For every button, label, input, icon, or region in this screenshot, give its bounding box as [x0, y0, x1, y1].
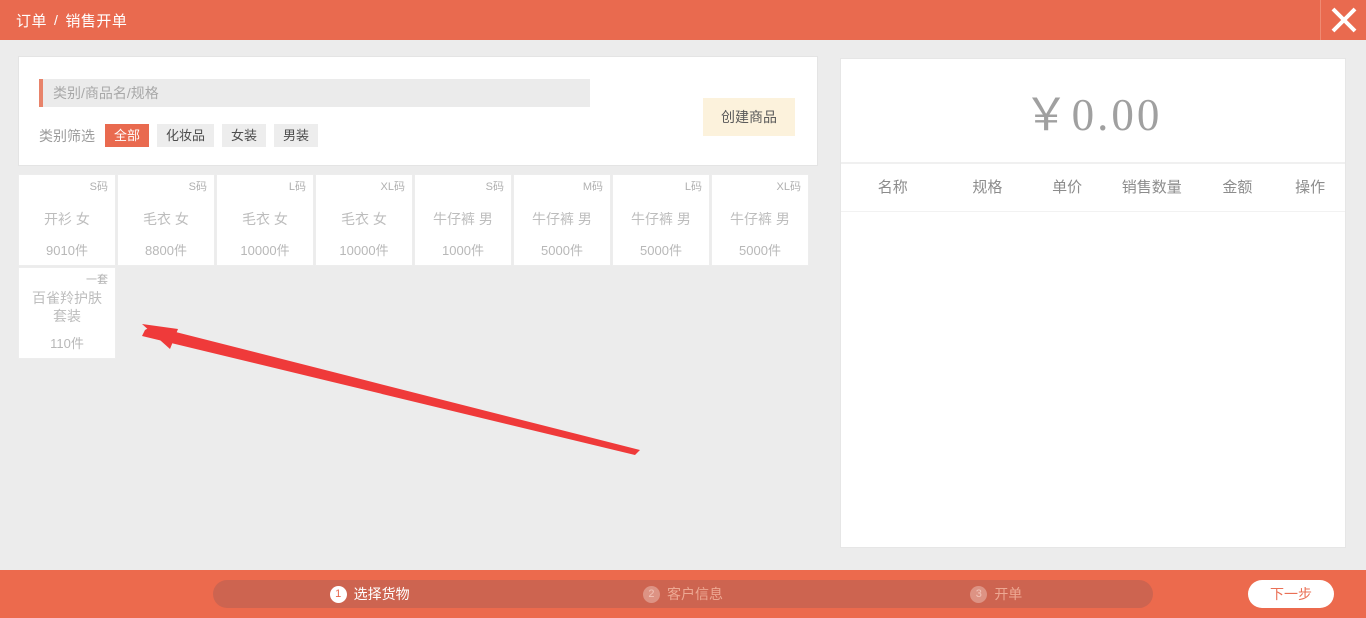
- cart-column-spec: 规格: [945, 176, 1031, 197]
- search-input[interactable]: [39, 79, 590, 107]
- breadcrumb: 订单 / 销售开单: [16, 10, 127, 31]
- step-number: 3: [970, 586, 987, 603]
- page-footer: 1 选择货物 2 客户信息 3 开单 下一步: [0, 570, 1366, 618]
- product-tile[interactable]: L码 毛衣 女 10000件: [216, 174, 314, 266]
- breadcrumb-root[interactable]: 订单: [16, 10, 47, 31]
- product-qty: 8800件: [125, 243, 207, 259]
- product-spec: L码: [224, 180, 306, 194]
- product-tile[interactable]: XL码 牛仔裤 男 5000件: [711, 174, 809, 266]
- step-label: 客户信息: [667, 584, 723, 604]
- product-picker-column: 创建商品 类别筛选 全部 化妆品 女装 男装 S码 开衫 女 9010件 S码 …: [18, 56, 818, 548]
- product-qty: 10000件: [224, 243, 306, 259]
- product-qty: 10000件: [323, 243, 405, 259]
- product-name: 毛衣 女: [125, 194, 207, 243]
- search-row: [39, 79, 797, 107]
- cart-table-header: 名称 规格 单价 销售数量 金额 操作: [841, 164, 1345, 212]
- breadcrumb-current: 销售开单: [65, 10, 127, 31]
- product-spec: M码: [521, 180, 603, 194]
- cart-column-quantity: 销售数量: [1104, 176, 1200, 197]
- cart-column-price: 单价: [1030, 176, 1104, 197]
- step-label: 选择货物: [354, 584, 410, 604]
- product-spec: XL码: [323, 180, 405, 194]
- step-number: 1: [330, 586, 347, 603]
- cart-panel: ￥0.00 名称 规格 单价 销售数量 金额 操作: [840, 58, 1346, 548]
- product-tile[interactable]: S码 开衫 女 9010件: [18, 174, 116, 266]
- product-qty: 9010件: [26, 243, 108, 259]
- filter-chip-all[interactable]: 全部: [105, 124, 149, 147]
- step-number: 2: [643, 586, 660, 603]
- cart-column-action: 操作: [1275, 176, 1345, 197]
- product-tile[interactable]: S码 牛仔裤 男 1000件: [414, 174, 512, 266]
- product-name: 牛仔裤 男: [620, 194, 702, 243]
- filter-chip-womens[interactable]: 女装: [222, 124, 266, 147]
- product-name: 牛仔裤 男: [521, 194, 603, 243]
- product-qty: 110件: [26, 336, 108, 352]
- category-filter-label: 类别筛选: [39, 126, 95, 146]
- product-name: 开衫 女: [26, 194, 108, 243]
- product-name: 百雀羚护肤套装: [26, 287, 108, 336]
- step-customer-info[interactable]: 2 客户信息: [526, 584, 839, 604]
- product-tile[interactable]: 一套 百雀羚护肤套装 110件: [18, 267, 116, 359]
- sales-order-page: 订单 / 销售开单 创建商品 类别筛选 全部 化妆品 女装 男装: [0, 0, 1366, 618]
- product-qty: 1000件: [422, 243, 504, 259]
- product-qty: 5000件: [719, 243, 801, 259]
- cart-table-body: [841, 212, 1345, 572]
- cart-total-box: ￥0.00: [841, 59, 1345, 164]
- cart-column-amount: 金额: [1200, 176, 1276, 197]
- cart-column-name: 名称: [841, 176, 945, 197]
- product-qty: 5000件: [521, 243, 603, 259]
- product-qty: 5000件: [620, 243, 702, 259]
- step-label: 开单: [994, 584, 1022, 604]
- product-spec: XL码: [719, 180, 801, 194]
- search-card: 创建商品 类别筛选 全部 化妆品 女装 男装: [18, 56, 818, 166]
- page-header: 订单 / 销售开单: [0, 0, 1366, 40]
- step-progress-bar: 1 选择货物 2 客户信息 3 开单: [213, 580, 1153, 608]
- close-icon: [1329, 5, 1359, 35]
- step-create-order[interactable]: 3 开单: [840, 584, 1153, 604]
- product-spec: S码: [26, 180, 108, 194]
- product-name: 牛仔裤 男: [422, 194, 504, 243]
- create-product-button[interactable]: 创建商品: [703, 98, 795, 136]
- close-button[interactable]: [1320, 0, 1366, 40]
- product-spec: S码: [125, 180, 207, 194]
- product-name: 牛仔裤 男: [719, 194, 801, 243]
- next-step-button[interactable]: 下一步: [1248, 580, 1334, 608]
- product-grid: S码 开衫 女 9010件 S码 毛衣 女 8800件 L码 毛衣 女 1000…: [18, 174, 818, 359]
- product-tile[interactable]: S码 毛衣 女 8800件: [117, 174, 215, 266]
- filter-chip-mens[interactable]: 男装: [274, 124, 318, 147]
- product-name: 毛衣 女: [323, 194, 405, 243]
- product-tile[interactable]: XL码 毛衣 女 10000件: [315, 174, 413, 266]
- step-select-goods[interactable]: 1 选择货物: [213, 584, 526, 604]
- product-spec: 一套: [26, 273, 108, 287]
- product-name: 毛衣 女: [224, 194, 306, 243]
- filter-chip-cosmetics[interactable]: 化妆品: [157, 124, 214, 147]
- product-tile[interactable]: L码 牛仔裤 男 5000件: [612, 174, 710, 266]
- cart-total-amount: ￥0.00: [1024, 78, 1163, 143]
- product-spec: S码: [422, 180, 504, 194]
- product-spec: L码: [620, 180, 702, 194]
- category-filter-row: 类别筛选 全部 化妆品 女装 男装: [39, 124, 797, 147]
- product-tile[interactable]: M码 牛仔裤 男 5000件: [513, 174, 611, 266]
- breadcrumb-separator: /: [54, 12, 58, 28]
